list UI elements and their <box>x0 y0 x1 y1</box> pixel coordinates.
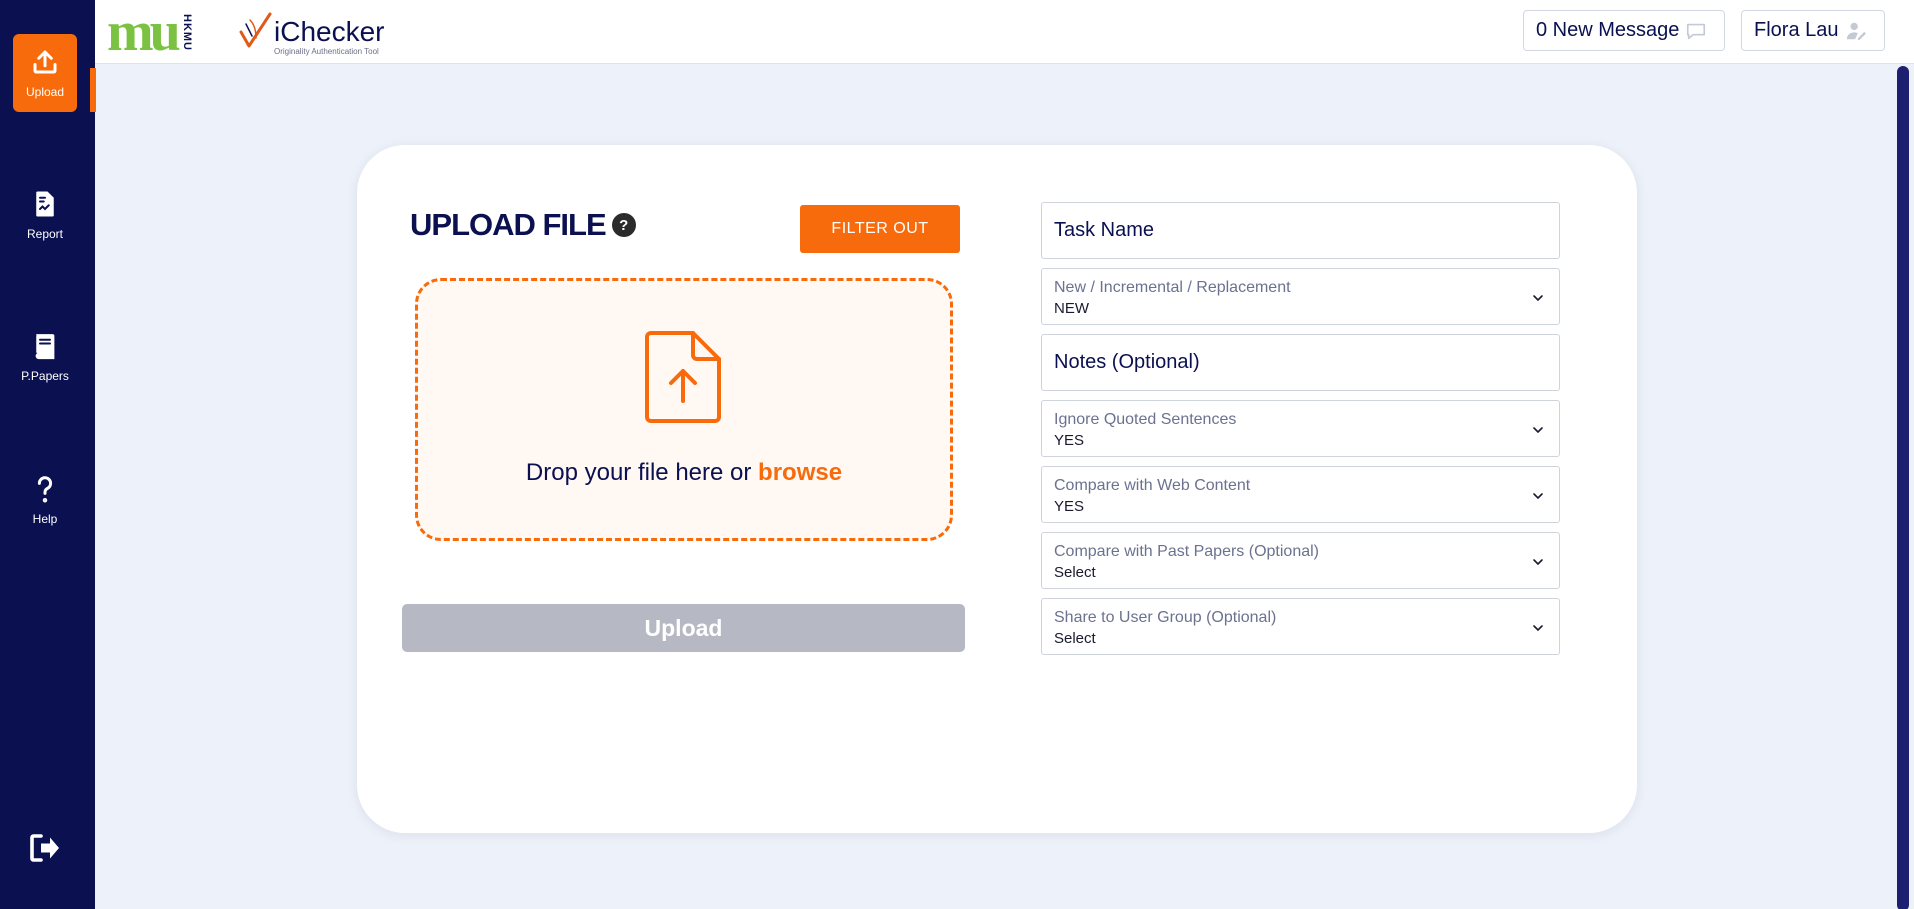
upload-button[interactable]: Upload <box>402 604 965 652</box>
sidebar-item-upload[interactable]: Upload <box>13 34 77 112</box>
user-edit-icon <box>1846 22 1866 40</box>
filter-out-button[interactable]: FILTER OUT <box>800 205 960 253</box>
ichecker-logo: iChecker Originality Authentication Tool <box>238 8 384 58</box>
sidebar: Upload Report P.Papers Help <box>0 0 95 909</box>
chat-bubble-icon <box>1687 23 1706 39</box>
help-icon <box>37 476 53 503</box>
user-name: Flora Lau <box>1754 19 1839 41</box>
hkmu-logo-text: HKMU <box>180 13 193 51</box>
file-dropzone[interactable]: Drop your file here or browse <box>415 278 953 541</box>
file-upload-icon <box>645 331 721 423</box>
notes-input[interactable] <box>1042 335 1559 390</box>
select-label: Ignore Quoted Sentences <box>1054 411 1237 428</box>
question-icon[interactable]: ? <box>611 213 636 237</box>
page-scrollbar[interactable] <box>1895 64 1910 909</box>
logout-button[interactable] <box>26 830 62 866</box>
compare-web-select[interactable]: Compare with Web Content YES <box>1041 466 1560 523</box>
select-value: YES <box>1054 498 1085 515</box>
drop-instructions: Drop your file here or browse <box>418 459 950 487</box>
sidebar-item-label: Upload <box>25 85 65 99</box>
select-label: Compare with Web Content <box>1054 477 1251 494</box>
task-name-field[interactable] <box>1041 202 1560 259</box>
user-menu-button[interactable]: Flora Lau <box>1741 10 1885 51</box>
sidebar-item-report[interactable]: Report <box>13 176 77 254</box>
sidebar-item-help[interactable]: Help <box>13 461 77 539</box>
sidebar-item-label: Report <box>26 227 64 241</box>
select-value: YES <box>1054 432 1085 449</box>
drop-text: Drop your file here or <box>525 459 759 486</box>
sidebar-item-papers[interactable]: P.Papers <box>13 318 77 396</box>
select-value: NEW <box>1054 300 1089 317</box>
select-value: Select <box>1054 630 1096 647</box>
report-icon <box>36 191 54 217</box>
upload-type-select[interactable]: New / Incremental / Replacement NEW <box>1041 268 1560 325</box>
hkmu-logo-mark: mu <box>107 1 181 63</box>
messages-button[interactable]: 0 New Message <box>1523 10 1725 51</box>
book-icon <box>35 334 55 360</box>
top-header: mu HKMU iChecker Originality Authenticat… <box>95 0 1914 64</box>
upload-title-text: UPLOAD FILE <box>410 207 607 242</box>
messages-label: 0 New Message <box>1536 19 1680 41</box>
upload-card: UPLOAD FILE ? FILTER OUT Drop your file … <box>357 145 1637 833</box>
browse-link[interactable]: browse <box>758 459 842 486</box>
logout-icon <box>30 834 59 862</box>
select-label: Share to User Group (Optional) <box>1054 609 1277 626</box>
notes-field[interactable] <box>1041 334 1560 391</box>
hkmu-logo: mu HKMU <box>107 4 193 60</box>
chevron-down-icon <box>1533 427 1543 434</box>
chevron-down-icon <box>1533 493 1543 500</box>
select-value: Select <box>1054 564 1096 581</box>
task-name-input[interactable] <box>1042 203 1559 258</box>
share-user-group-select[interactable]: Share to User Group (Optional) Select <box>1041 598 1560 655</box>
upload-icon <box>33 50 57 74</box>
page-title: UPLOAD FILE ? <box>410 207 636 243</box>
compare-past-papers-select[interactable]: Compare with Past Papers (Optional) Sele… <box>1041 532 1560 589</box>
select-label: Compare with Past Papers (Optional) <box>1054 543 1319 560</box>
chevron-down-icon <box>1533 625 1543 632</box>
chevron-down-icon <box>1533 295 1543 302</box>
select-label: New / Incremental / Replacement <box>1054 279 1291 296</box>
sidebar-item-label: Help <box>32 512 58 526</box>
ignore-quoted-select[interactable]: Ignore Quoted Sentences YES <box>1041 400 1560 457</box>
check-mark-icon <box>239 12 272 48</box>
scroll-thumb[interactable] <box>1897 66 1909 909</box>
ichecker-brand: iChecker <box>274 16 385 47</box>
active-tab-indicator <box>90 68 96 112</box>
ichecker-tagline: Originality Authentication Tool <box>274 47 379 56</box>
sidebar-item-label: P.Papers <box>21 369 69 383</box>
chevron-down-icon <box>1533 559 1543 566</box>
